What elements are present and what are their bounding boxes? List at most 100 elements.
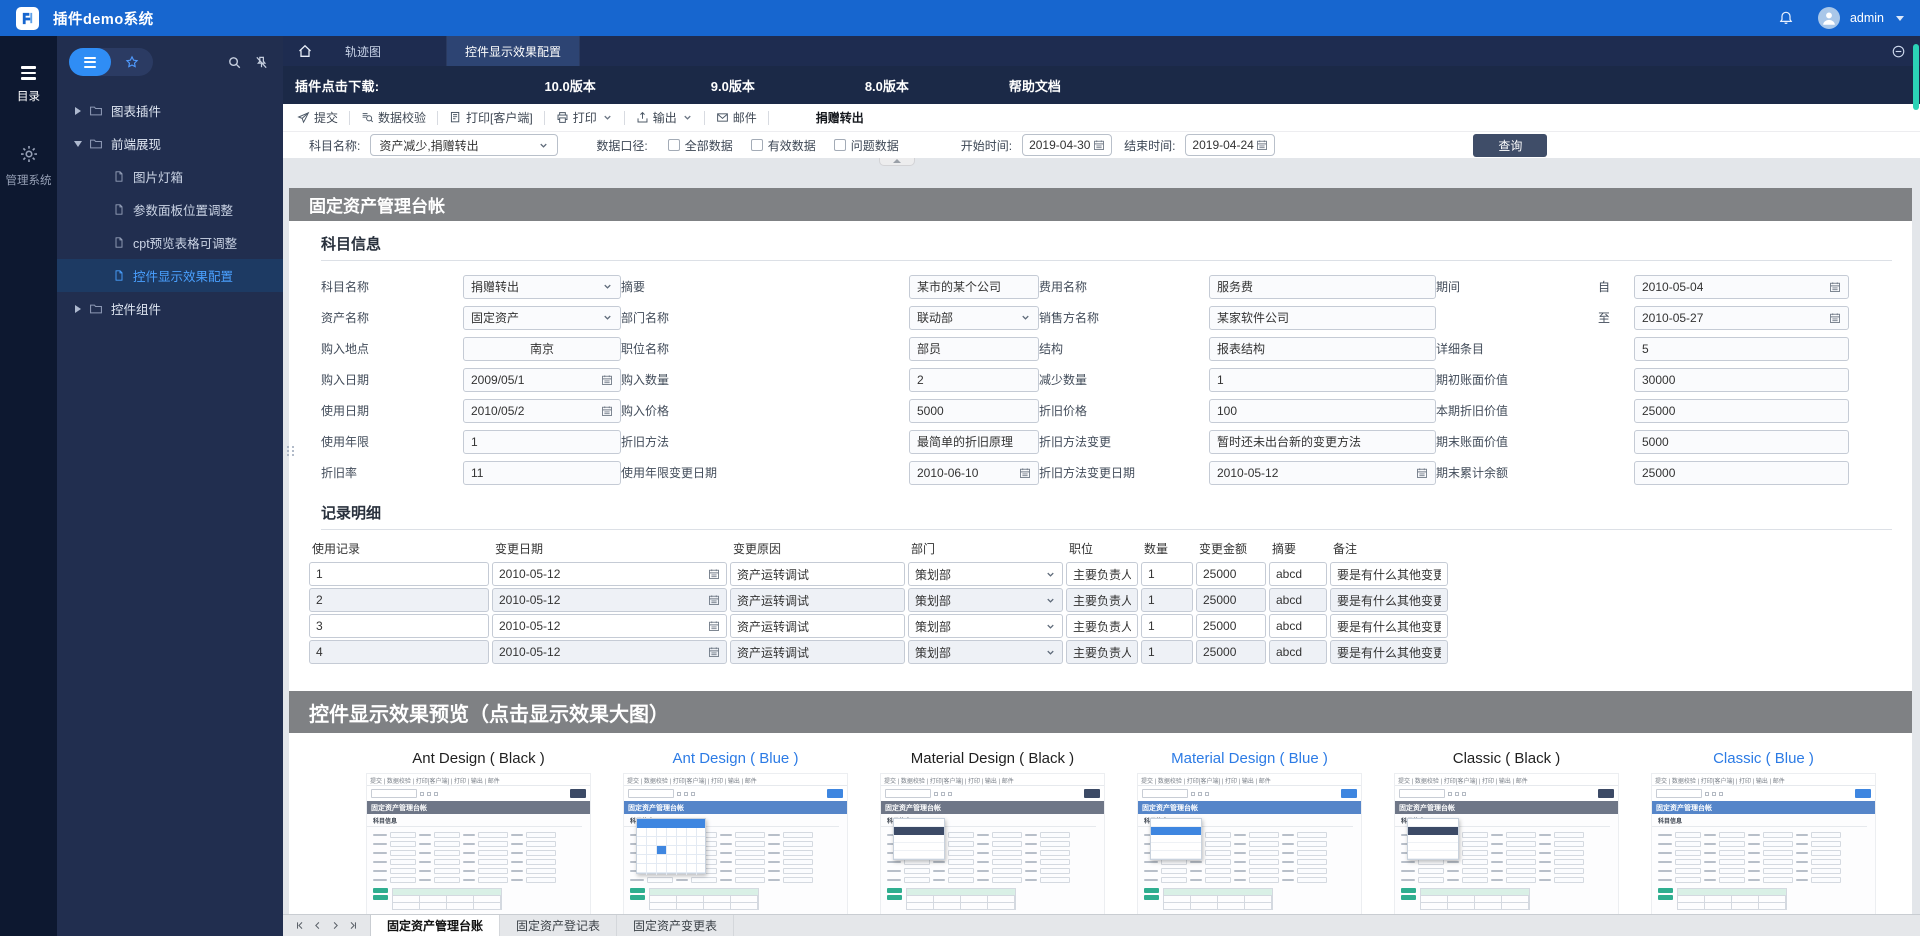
form-input[interactable]: 2010-06-10 [909,460,1039,485]
home-icon[interactable] [283,36,327,66]
calendar-icon[interactable] [1829,312,1841,324]
table-cell-input[interactable]: 策划部 [908,614,1063,638]
user-avatar[interactable] [1817,7,1840,29]
form-input[interactable]: 100 [1209,398,1436,423]
table-cell-input[interactable]: 要是有什么其他变更请说明详细… [1330,614,1448,638]
caret-right-icon[interactable] [71,106,85,115]
table-cell-input[interactable]: 2010-05-12 [492,562,727,586]
calendar-icon[interactable] [1256,139,1268,151]
sheet-tab-1[interactable]: 固定资产登记表 [500,915,618,936]
table-cell-input[interactable]: 4 [309,640,489,664]
preview-card-5[interactable]: Classic ( Blue ) 提交 | 数据校验 | 打印[客户端] | 打印… [1651,743,1876,914]
query-button[interactable]: 查询 [1473,133,1548,157]
tab-widget-display-config[interactable]: 控件显示效果配置 [447,36,581,66]
form-input[interactable]: 固定资产 [463,305,621,330]
toolbar-button-data-check[interactable]: 数据校验 [359,109,428,126]
table-cell-input[interactable]: 资产运转调试 [730,640,905,664]
star-icon[interactable] [111,48,153,76]
table-cell-input[interactable]: 2 [309,588,489,612]
toolbar-button-printer[interactable]: 打印 [554,109,615,126]
tree-item-4[interactable]: cpt预览表格可调整 [57,226,283,259]
unpin-icon[interactable] [254,55,269,70]
form-input[interactable]: 5 [1634,336,1849,361]
table-cell-input[interactable]: 1 [1141,562,1193,586]
table-cell-input[interactable]: 2010-05-12 [492,614,727,638]
sheet-tab-2[interactable]: 固定资产变更表 [617,915,735,936]
table-cell-input[interactable]: 25000 [1196,588,1266,612]
form-input[interactable]: 2 [909,367,1039,392]
table-cell-input[interactable]: 1 [309,562,489,586]
table-cell-input[interactable]: 策划部 [908,562,1063,586]
form-input[interactable]: 联动部 [909,305,1039,330]
table-cell-input[interactable]: 25000 [1196,614,1266,638]
form-input[interactable]: 服务费 [1209,274,1436,299]
minus-circle-icon[interactable] [1891,36,1906,66]
rail-item-catalog[interactable]: 目录 [17,66,40,104]
table-cell-input[interactable]: 主要负责人 [1066,562,1138,586]
table-cell-input[interactable]: 主要负责人 [1066,614,1138,638]
table-cell-input[interactable]: abcd [1269,640,1327,664]
form-input[interactable]: 11 [463,460,621,485]
form-input[interactable]: 5000 [1634,429,1849,454]
vertical-scrollbar-thumb[interactable] [1913,44,1919,110]
form-input[interactable]: 2009/05/1 [463,367,621,392]
table-cell-input[interactable]: 2010-05-12 [492,588,727,612]
tree-item-3[interactable]: 参数面板位置调整 [57,193,283,226]
user-menu-caret-icon[interactable] [1896,15,1904,21]
table-cell-input[interactable]: 策划部 [908,640,1063,664]
form-input[interactable]: 5000 [909,398,1039,423]
table-cell-input[interactable]: abcd [1269,562,1327,586]
scope-checkbox-1[interactable]: 有效数据 [750,137,816,154]
preview-card-3[interactable]: Material Design ( Blue ) 提交 | 数据校验 | 打印[客… [1137,743,1362,914]
form-input[interactable]: 2010-05-27 [1634,305,1849,330]
tree-item-5[interactable]: 控件显示效果配置 [57,259,283,292]
sidebar-view-toggle[interactable] [69,48,153,76]
nav-next-icon[interactable] [331,921,340,930]
end-date-input[interactable]: 2019-04-24 [1185,134,1276,156]
table-cell-input[interactable]: 资产运转调试 [730,562,905,586]
form-input[interactable]: 某市的某个公司 [909,274,1039,299]
download-link-2[interactable]: 8.0版本 [865,76,909,95]
calendar-icon[interactable] [708,594,720,606]
form-input[interactable]: 暂时还未出台新的变更方法 [1209,429,1436,454]
tree-item-0[interactable]: 图表插件 [57,94,283,127]
search-icon[interactable] [227,55,242,70]
form-input[interactable]: 部员 [909,336,1039,361]
download-link-1[interactable]: 9.0版本 [711,76,755,95]
form-input[interactable]: 1 [1209,367,1436,392]
calendar-icon[interactable] [708,620,720,632]
form-input[interactable]: 1 [463,429,621,454]
caret-right-icon[interactable] [71,304,85,313]
table-cell-input[interactable]: 资产运转调试 [730,588,905,612]
table-cell-input[interactable]: 25000 [1196,640,1266,664]
table-cell-input[interactable]: abcd [1269,588,1327,612]
table-cell-input[interactable]: 1 [1141,588,1193,612]
form-input[interactable]: 捐赠转出 [463,274,621,299]
form-input[interactable]: 30000 [1634,367,1849,392]
download-link-3[interactable]: 帮助文档 [1009,76,1061,95]
form-input[interactable]: 25000 [1634,398,1849,423]
form-input[interactable]: 2010-05-12 [1209,460,1436,485]
tree-item-2[interactable]: 图片灯箱 [57,160,283,193]
notification-bell-icon[interactable] [1778,10,1794,26]
caret-down-icon[interactable] [71,140,85,147]
sheet-tab-0[interactable]: 固定资产管理台账 [371,915,501,936]
table-cell-input[interactable]: 主要负责人 [1066,640,1138,664]
toolbar-button-print-client[interactable]: 打印[客户端] [447,109,535,126]
form-input[interactable]: 2010/05/2 [463,398,621,423]
param-collapse-handle[interactable] [879,158,915,166]
checkbox-icon[interactable] [750,139,763,151]
toolbar-button-paper-plane[interactable]: 提交 [295,109,340,126]
rail-item-admin[interactable]: 管理系统 [6,144,52,188]
download-link-0[interactable]: 10.0版本 [544,76,595,95]
form-input[interactable]: 南京 [463,336,621,361]
toolbar-button-export[interactable]: 输出 [634,109,695,126]
preview-card-4[interactable]: Classic ( Black ) 提交 | 数据校验 | 打印[客户端] | 打… [1394,743,1619,914]
form-input[interactable]: 25000 [1634,460,1849,485]
checkbox-icon[interactable] [667,139,680,151]
checkbox-icon[interactable] [833,139,846,151]
scope-checkbox-2[interactable]: 问题数据 [833,137,899,154]
username[interactable]: admin [1850,11,1884,25]
preview-card-1[interactable]: Ant Design ( Blue ) 提交 | 数据校验 | 打印[客户端] |… [623,743,848,914]
table-cell-input[interactable]: 1 [1141,614,1193,638]
